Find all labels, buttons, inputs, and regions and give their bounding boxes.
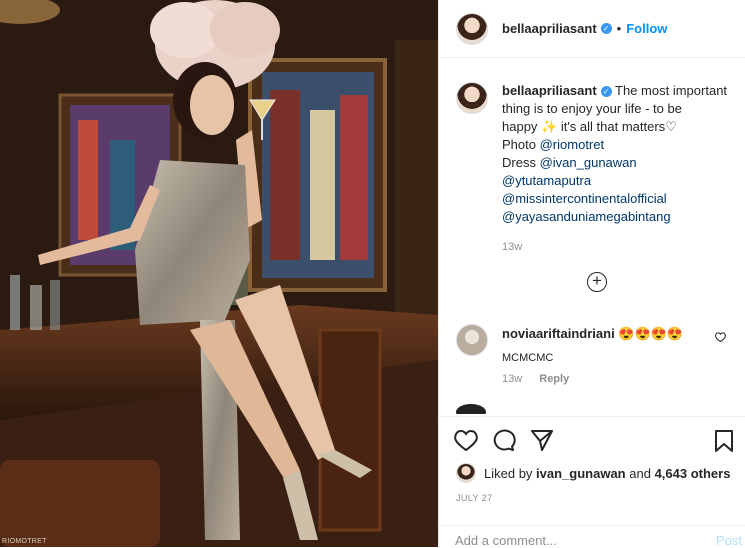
comment-text: MCMCMC	[502, 352, 554, 364]
dress-prefix: Dress	[502, 155, 536, 170]
likes-summary: Liked by ivan_gunawan and 4,643 others	[456, 463, 730, 483]
commenter-avatar[interactable]	[456, 324, 488, 356]
tag-link[interactable]: @ytutamaputra	[502, 172, 734, 190]
follow-button[interactable]: Follow	[626, 21, 667, 36]
author-username[interactable]: bellaapriliasant	[502, 21, 597, 36]
comment-like-heart-icon[interactable]	[715, 332, 726, 342]
next-commenter-avatar	[456, 404, 486, 414]
liker-username[interactable]: ivan_gunawan	[536, 466, 626, 481]
bookmark-icon[interactable]	[714, 429, 734, 456]
photo-credit-link[interactable]: @riomotret	[540, 137, 605, 152]
caption-photo-line: Photo @riomotret	[502, 136, 734, 154]
tag-link[interactable]: @yayasanduniamegabintang	[502, 208, 734, 226]
reply-button[interactable]: Reply	[539, 373, 569, 385]
instagram-post-view: RIOMOTRET bellaapriliasant ✓ • Follow be…	[0, 0, 745, 548]
comment-emojis: 😍😍😍😍	[618, 326, 684, 341]
header-separator: •	[616, 21, 622, 36]
commenter-username[interactable]: noviaariftaindriani	[502, 326, 615, 341]
comment-meta: 13w Reply	[502, 373, 583, 385]
heart-icon[interactable]	[454, 429, 478, 454]
post-caption: bellaapriliasant ✓ The most important thi…	[456, 82, 736, 256]
comment-input[interactable]: Add a comment...	[455, 533, 557, 548]
caption-username[interactable]: bellaapriliasant	[502, 83, 597, 98]
action-icons	[454, 429, 568, 454]
post-actions: Liked by ivan_gunawan and 4,643 others J…	[439, 416, 745, 548]
caption-text-1: The most important	[615, 83, 728, 98]
caption-timestamp[interactable]: 13w	[502, 238, 734, 256]
post-header: bellaapriliasant ✓ • Follow	[439, 0, 745, 58]
add-comment-bar: Add a comment... Post	[439, 525, 745, 548]
caption-line-2: thing is to enjoy your life - to be	[502, 101, 682, 116]
caption-avatar[interactable]	[456, 82, 488, 114]
post-date[interactable]: JULY 27	[456, 493, 493, 503]
tag-link[interactable]: @ivan_gunawan	[540, 155, 637, 170]
caption-dress-line: Dress @ivan_gunawan	[502, 154, 734, 172]
share-icon[interactable]	[530, 429, 554, 454]
caption-line-3: happy ✨ it's all that matters♡	[502, 119, 677, 134]
comment-body: noviaariftaindriani 😍😍😍😍 MCMCMC	[502, 326, 712, 364]
likes-count[interactable]: 4,643 others	[655, 466, 731, 481]
photo-illustration	[0, 0, 438, 547]
likes-text: Liked by ivan_gunawan and 4,643 others	[484, 466, 730, 481]
post-comment-button[interactable]: Post	[716, 533, 742, 548]
comment-timestamp[interactable]: 13w	[502, 373, 522, 385]
next-comment-partial	[456, 404, 726, 414]
tag-link[interactable]: @missintercontinentalofficial	[502, 190, 734, 208]
photo-watermark: RIOMOTRET	[2, 538, 47, 545]
verified-icon: ✓	[600, 23, 612, 34]
photo-prefix: Photo	[502, 137, 536, 152]
post-photo[interactable]: RIOMOTRET	[0, 0, 438, 547]
caption-text: bellaapriliasant ✓ The most important thi…	[502, 82, 734, 256]
post-sidebar: bellaapriliasant ✓ • Follow bellaaprilia…	[438, 0, 745, 548]
likes-prefix: Liked by	[484, 465, 533, 481]
likes-and: and	[629, 465, 651, 481]
verified-icon: ✓	[600, 86, 612, 98]
comment-icon[interactable]	[492, 429, 516, 454]
liker-avatar[interactable]	[456, 463, 476, 483]
plus-circle-icon[interactable]: +	[587, 272, 607, 292]
caption-line-1: bellaapriliasant ✓ The most important	[502, 82, 734, 100]
author-avatar[interactable]	[456, 12, 488, 45]
